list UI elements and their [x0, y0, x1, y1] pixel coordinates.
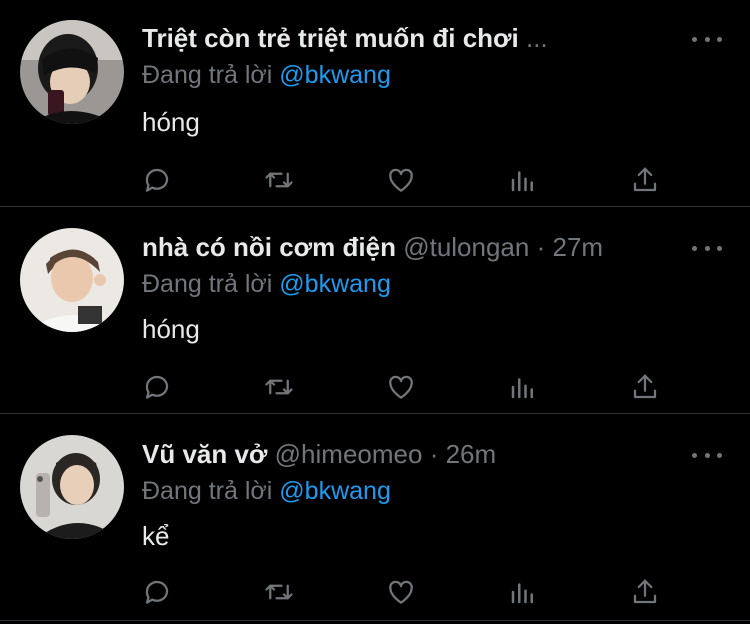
like-button[interactable] [381, 160, 421, 200]
retweet-icon [265, 379, 293, 395]
heart-icon [389, 168, 413, 192]
reply-icon [145, 580, 169, 604]
display-name[interactable]: nhà có nồi cơm điện [142, 232, 396, 262]
views-button[interactable] [503, 367, 543, 407]
views-icon [511, 583, 533, 604]
retweet-icon [265, 584, 293, 600]
reply-button[interactable] [137, 572, 177, 612]
mention-link[interactable]: @bkwang [279, 270, 391, 298]
reply-button[interactable] [137, 367, 177, 407]
tweet[interactable]: Triệt còn trẻ triệt muốn đi chơi ... Đan… [0, 0, 750, 207]
retweet-button[interactable] [259, 160, 299, 200]
like-button[interactable] [381, 572, 421, 612]
more-icon[interactable] [692, 238, 722, 258]
share-button[interactable] [625, 160, 665, 200]
separator-dot: · [536, 232, 546, 262]
reply-button[interactable] [137, 160, 177, 200]
action-bar [0, 572, 750, 612]
replying-to: Đang trả lời @bkwang [142, 60, 391, 90]
tweet-text: kể [142, 521, 170, 551]
timestamp[interactable]: 26m [446, 439, 497, 469]
more-icon[interactable] [692, 29, 722, 49]
tweet[interactable]: Vũ văn vở @himeomeo · 26m Đang trả lời @… [0, 414, 750, 621]
mention-link[interactable]: @bkwang [279, 477, 391, 505]
retweet-icon [265, 172, 293, 188]
share-icon [633, 374, 657, 399]
replying-to: Đang trả lời @bkwang [142, 269, 391, 299]
replying-prefix: Đang trả lời [142, 61, 273, 89]
tweet-text: hóng [142, 314, 200, 344]
display-name[interactable]: Vũ văn vở [142, 439, 267, 469]
retweet-button[interactable] [259, 572, 299, 612]
share-button[interactable] [625, 572, 665, 612]
mention-link[interactable]: @bkwang [279, 61, 391, 89]
views-button[interactable] [503, 572, 543, 612]
heart-icon [389, 580, 413, 604]
name-overflow: ... [525, 23, 548, 53]
avatar[interactable] [20, 228, 124, 332]
action-bar [0, 367, 750, 407]
retweet-button[interactable] [259, 367, 299, 407]
separator-dot: · [429, 439, 439, 469]
more-icon[interactable] [692, 445, 722, 465]
timestamp[interactable]: 27m [553, 232, 604, 262]
display-name[interactable]: Triệt còn trẻ triệt muốn đi chơi [142, 23, 519, 53]
views-icon [511, 378, 533, 399]
share-button[interactable] [625, 367, 665, 407]
heart-icon [389, 375, 413, 399]
user-handle[interactable]: @himeomeo [275, 439, 423, 469]
share-icon [633, 167, 657, 192]
reply-icon [145, 168, 169, 192]
replying-prefix: Đang trả lời [142, 270, 273, 298]
like-button[interactable] [381, 367, 421, 407]
replying-to: Đang trả lời @bkwang [142, 476, 391, 506]
views-button[interactable] [503, 160, 543, 200]
tweet[interactable]: nhà có nồi cơm điện @tulongan · 27m Đang… [0, 207, 750, 414]
action-bar [0, 160, 750, 200]
views-icon [511, 171, 533, 192]
tweet-text: hóng [142, 107, 200, 137]
reply-icon [145, 375, 169, 399]
share-icon [633, 579, 657, 604]
avatar[interactable] [20, 435, 124, 539]
replying-prefix: Đang trả lời [142, 477, 273, 505]
avatar[interactable] [20, 20, 124, 124]
user-handle[interactable]: @tulongan [403, 232, 529, 262]
